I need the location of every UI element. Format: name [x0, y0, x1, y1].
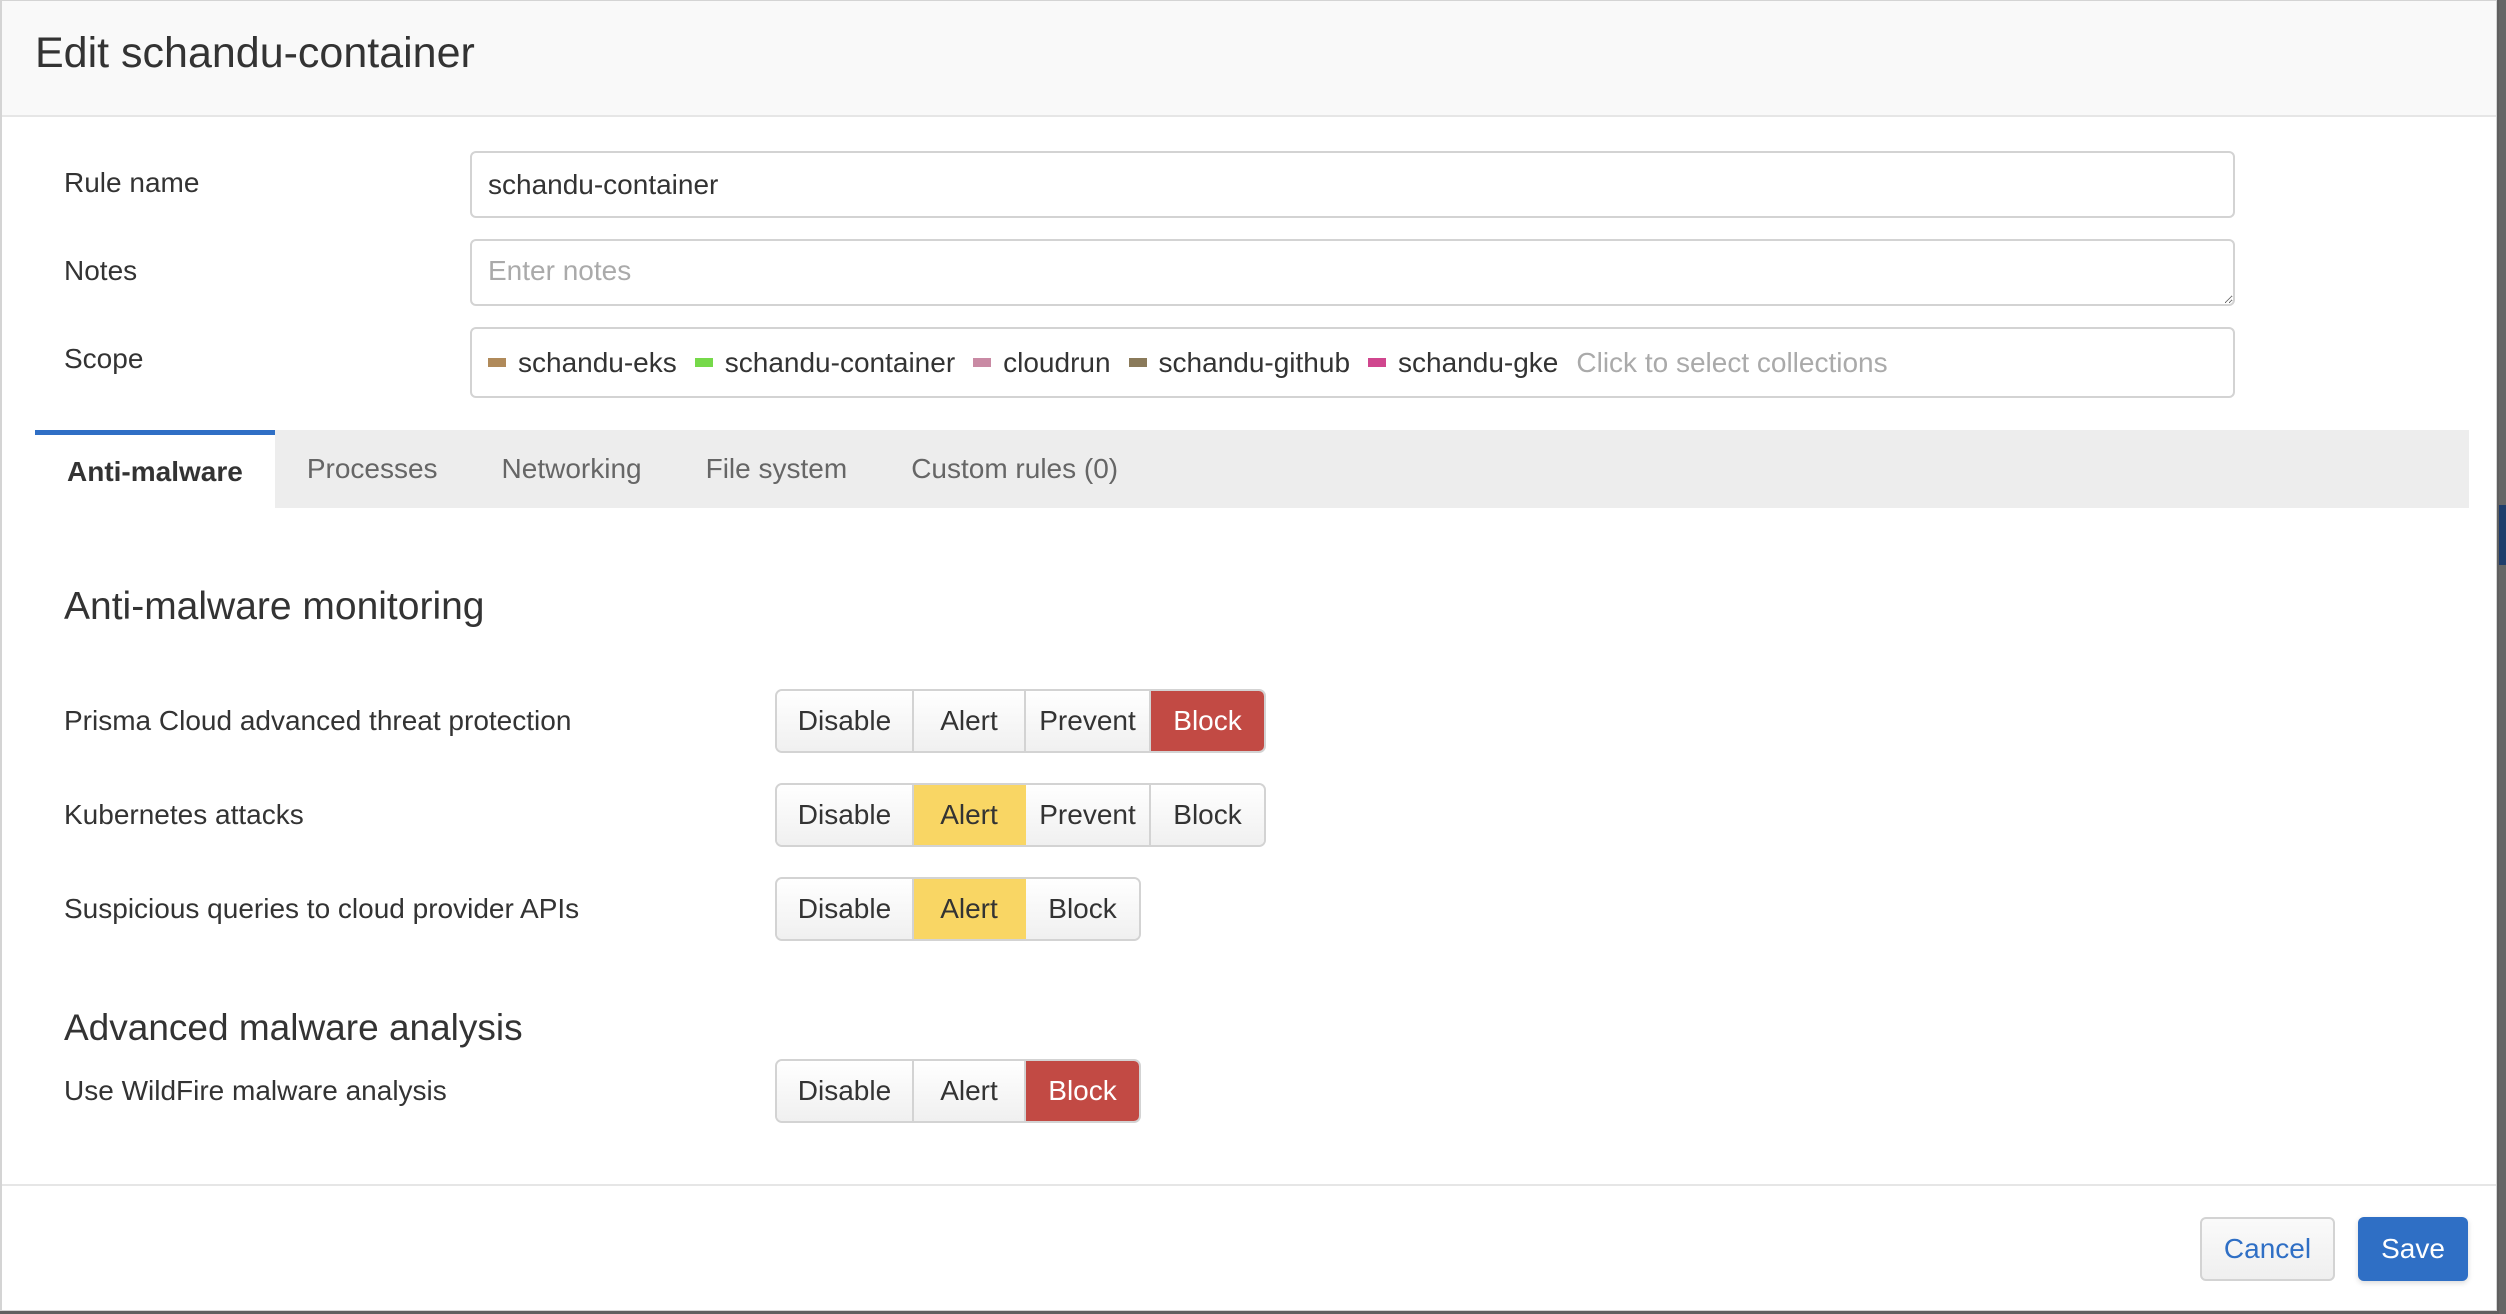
- effect-alert-button[interactable]: Alert: [914, 1061, 1026, 1121]
- notes-textarea[interactable]: [470, 239, 2235, 306]
- effect-alert-button[interactable]: Alert: [914, 879, 1026, 939]
- save-button[interactable]: Save: [2358, 1217, 2468, 1281]
- setting-label: Use WildFire malware analysis: [64, 1075, 447, 1106]
- scope-chip[interactable]: schandu-github: [1128, 346, 1351, 379]
- edit-rule-modal: Edit schandu-container Rule name Notes S…: [0, 0, 2497, 1311]
- tab-networking[interactable]: Networking: [470, 430, 674, 508]
- collection-name: schandu-container: [724, 346, 956, 378]
- setting-label: Kubernetes attacks: [64, 799, 304, 830]
- effect-block-button[interactable]: Block: [1026, 1061, 1139, 1121]
- scope-placeholder[interactable]: Click to select collections: [1576, 347, 1887, 379]
- modal-header: Edit schandu-container: [2, 1, 2496, 117]
- background-page: [2499, 0, 2506, 1314]
- effect-alert-button[interactable]: Alert: [914, 785, 1026, 845]
- footer-divider: [2, 1184, 2496, 1186]
- effect-disable-button[interactable]: Disable: [777, 879, 914, 939]
- collection-name: schandu-eks: [518, 346, 677, 378]
- collection-color-swatch: [488, 358, 506, 367]
- cancel-button[interactable]: Cancel: [2200, 1217, 2335, 1281]
- wildfire-effect-group: Disable Alert Block: [775, 1059, 1141, 1123]
- rule-name-input[interactable]: [470, 151, 2235, 218]
- effect-disable-button[interactable]: Disable: [777, 1061, 914, 1121]
- effect-alert-button[interactable]: Alert: [914, 691, 1026, 751]
- tab-processes[interactable]: Processes: [275, 430, 470, 508]
- collection-color-swatch: [973, 358, 992, 367]
- threat-protection-effect-group: Disable Alert Prevent Block: [775, 689, 1266, 753]
- scope-collections-select[interactable]: schandu-eks schandu-container cloudrun s…: [470, 327, 2235, 398]
- scope-chip[interactable]: schandu-eks: [488, 347, 677, 379]
- notes-label: Notes: [64, 255, 138, 286]
- cloud-api-queries-effect-group: Disable Alert Block: [775, 877, 1141, 941]
- advanced-malware-analysis-heading: Advanced malware analysis: [64, 1007, 523, 1048]
- anti-malware-monitoring-heading: Anti-malware monitoring: [64, 585, 485, 628]
- modal-title: Edit schandu-container: [35, 29, 475, 77]
- effect-prevent-button[interactable]: Prevent: [1026, 785, 1151, 845]
- effect-block-button[interactable]: Block: [1151, 691, 1264, 751]
- collection-name: schandu-gke: [1398, 346, 1559, 378]
- scope-label: Scope: [64, 343, 144, 374]
- collection-name: cloudrun: [1003, 346, 1111, 378]
- background-table-header: [2499, 505, 2506, 565]
- scope-chip[interactable]: cloudrun: [973, 346, 1111, 379]
- effect-block-button[interactable]: Block: [1026, 879, 1139, 939]
- effect-disable-button[interactable]: Disable: [777, 691, 914, 751]
- effect-block-button[interactable]: Block: [1151, 785, 1264, 845]
- tab-file-system[interactable]: File system: [674, 430, 880, 508]
- collection-name: schandu-github: [1158, 346, 1351, 378]
- tab-custom-rules[interactable]: Custom rules (0): [879, 430, 1150, 508]
- collection-color-swatch: [694, 358, 713, 367]
- rule-name-label: Rule name: [64, 167, 200, 198]
- setting-label: Prisma Cloud advanced threat protection: [64, 705, 572, 736]
- setting-label: Suspicious queries to cloud provider API…: [64, 893, 580, 924]
- tab-anti-malware[interactable]: Anti-malware: [35, 430, 275, 508]
- scope-chip[interactable]: schandu-gke: [1368, 347, 1558, 379]
- collection-color-swatch: [1368, 358, 1387, 367]
- rule-tabs: Anti-malware Processes Networking File s…: [35, 430, 2469, 508]
- effect-disable-button[interactable]: Disable: [777, 785, 914, 845]
- collection-color-swatch: [1128, 358, 1147, 367]
- scope-chip[interactable]: schandu-container: [694, 346, 956, 379]
- effect-prevent-button[interactable]: Prevent: [1026, 691, 1151, 751]
- kubernetes-attacks-effect-group: Disable Alert Prevent Block: [775, 783, 1266, 847]
